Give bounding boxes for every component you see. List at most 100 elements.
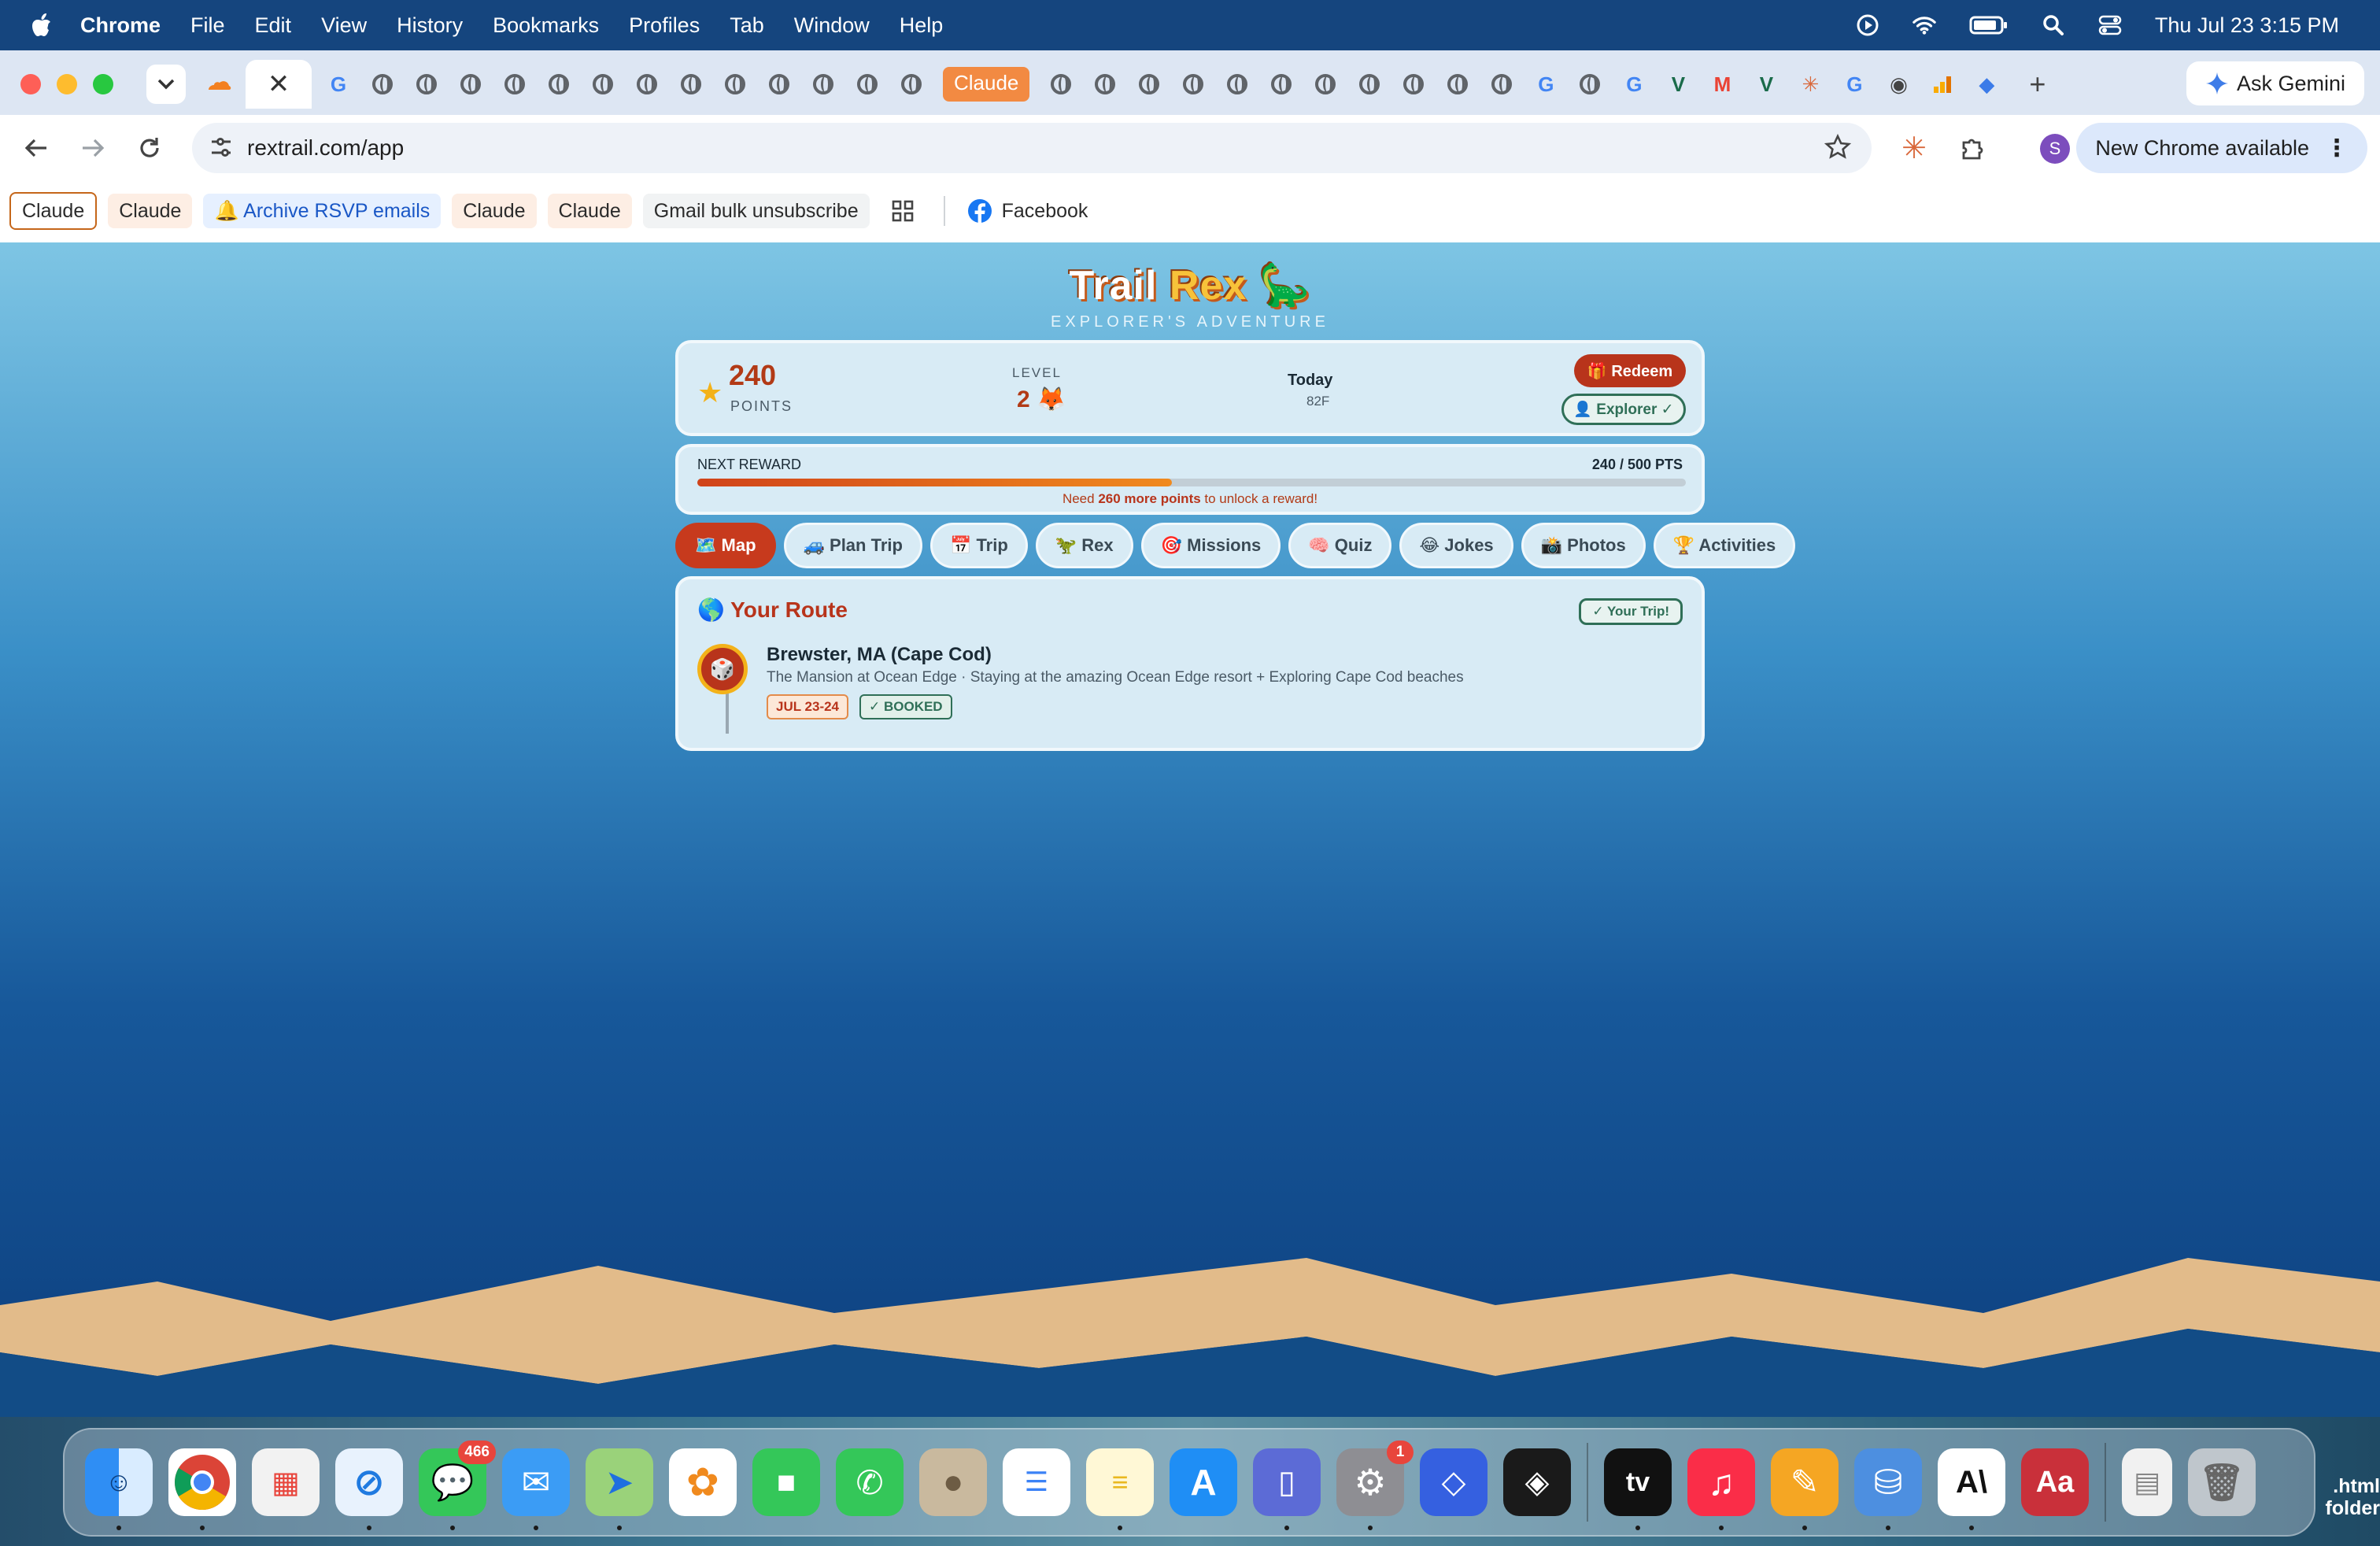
more-vertical-icon[interactable]: ⋮ xyxy=(2325,135,2349,162)
tab-globe[interactable] xyxy=(537,62,581,106)
spotlight-search-icon[interactable] xyxy=(2042,13,2065,37)
bookmark-archive-rsvp[interactable]: 🔔 Archive RSVP emails xyxy=(203,194,442,228)
apple-logo-icon[interactable] xyxy=(31,13,52,37)
tab-jokes[interactable]: 😂 Jokes xyxy=(1399,523,1513,568)
menu-profiles[interactable]: Profiles xyxy=(629,13,700,38)
reload-icon[interactable] xyxy=(132,131,167,165)
tab-globe[interactable] xyxy=(757,62,801,106)
launchpad-icon[interactable]: ▦ xyxy=(252,1448,320,1516)
photos-icon[interactable]: ✿ xyxy=(669,1448,737,1516)
font-book-icon[interactable]: A\ xyxy=(1938,1448,2005,1530)
tab-globe[interactable] xyxy=(360,62,405,106)
music-icon[interactable]: ♫ xyxy=(1687,1448,1755,1530)
route-stop-pin-icon[interactable]: 🎲 xyxy=(697,644,748,694)
tab-globe[interactable] xyxy=(1039,62,1083,106)
system-settings-icon[interactable]: ⚙ 1 xyxy=(1336,1441,1414,1530)
trash-icon[interactable]: 🗑 xyxy=(2188,1448,2256,1516)
bookmark-claude[interactable]: Claude xyxy=(9,192,98,230)
ask-gemini-button[interactable]: Ask Gemini xyxy=(2186,61,2364,105)
tab-globe[interactable] xyxy=(1303,62,1347,106)
tab-map[interactable]: 🗺️ Map xyxy=(675,523,776,568)
tab-globe[interactable] xyxy=(1171,62,1215,106)
chrome-icon[interactable] xyxy=(168,1448,236,1530)
tab-globe[interactable] xyxy=(581,62,625,106)
tab-cloudflare[interactable] xyxy=(197,62,241,106)
tab-diamond[interactable]: ◆ xyxy=(1964,62,2009,106)
back-arrow-icon[interactable] xyxy=(19,131,54,165)
redeem-button[interactable]: 🎁 Redeem xyxy=(1574,354,1686,387)
tab-globe[interactable] xyxy=(1215,62,1259,106)
tab-globe[interactable] xyxy=(1259,62,1303,106)
bookmark-claude[interactable]: Claude xyxy=(108,194,193,228)
mail-icon[interactable]: ✉ xyxy=(502,1448,570,1530)
route-stop-name[interactable]: Brewster, MA (Cape Cod) xyxy=(767,644,992,666)
tab-missions[interactable]: 🎯 Missions xyxy=(1140,523,1281,568)
tab-photos[interactable]: 📸 Photos xyxy=(1521,523,1646,568)
battery-icon[interactable] xyxy=(1969,13,2009,37)
tab-globe[interactable] xyxy=(669,62,713,106)
tab-trip[interactable]: 📅 Trip xyxy=(929,523,1028,568)
tab-google[interactable]: G xyxy=(1524,62,1568,106)
tab-active-close[interactable]: ✕ xyxy=(246,60,312,109)
apple-tv-icon[interactable]: tv xyxy=(1604,1448,1672,1530)
tab-rex[interactable]: 🦖 Rex xyxy=(1035,523,1133,568)
address-url[interactable]: rextrail.com/app xyxy=(247,135,404,161)
tab-analytics[interactable] xyxy=(1920,62,1964,106)
window-zoom-button[interactable] xyxy=(93,74,113,94)
tab-chrome[interactable]: ◉ xyxy=(1876,62,1920,106)
phone-icon[interactable]: ✆ xyxy=(836,1448,904,1516)
tab-globe[interactable] xyxy=(405,62,449,106)
menu-history[interactable]: History xyxy=(397,13,463,38)
new-chrome-available-button[interactable]: New Chrome available ⋮ xyxy=(2076,123,2367,173)
bookmark-gmail-unsubscribe[interactable]: Gmail bulk unsubscribe xyxy=(642,194,870,228)
your-trip-badge[interactable]: ✓ Your Trip! xyxy=(1579,598,1683,625)
tab-claude-asterisk[interactable]: ✳ xyxy=(1788,62,1832,106)
menu-help[interactable]: Help xyxy=(900,13,944,38)
facetime-icon[interactable]: ■ xyxy=(752,1448,820,1516)
dictionary-icon[interactable]: Aa xyxy=(2021,1448,2089,1516)
window-close-button[interactable] xyxy=(20,74,41,94)
desktop-folder-label[interactable]: .html folder xyxy=(2315,1475,2380,1519)
tab-globe[interactable] xyxy=(713,62,757,106)
tab-globe[interactable] xyxy=(625,62,669,106)
menu-edit[interactable]: Edit xyxy=(255,13,292,38)
tab-quiz[interactable]: 🧠 Quiz xyxy=(1288,523,1392,568)
docker-icon[interactable]: ⛁ xyxy=(1854,1448,1922,1530)
menu-app-name[interactable]: Chrome xyxy=(80,13,161,38)
menu-tab[interactable]: Tab xyxy=(730,13,764,38)
iphone-mirroring-icon[interactable]: ▯ xyxy=(1253,1448,1321,1530)
tab-globe[interactable] xyxy=(1480,62,1524,106)
tab-globe[interactable] xyxy=(845,62,889,106)
menu-view[interactable]: View xyxy=(321,13,367,38)
control-center-icon[interactable] xyxy=(2098,13,2122,37)
apps-grid-icon[interactable] xyxy=(881,194,925,228)
explorer-profile-button[interactable]: 👤 Explorer ✓ xyxy=(1561,394,1686,425)
pages-icon[interactable]: ✎ xyxy=(1771,1448,1839,1530)
wifi-icon[interactable] xyxy=(1913,13,1936,37)
play-circle-icon[interactable] xyxy=(1856,13,1879,37)
app-store-icon[interactable]: A xyxy=(1170,1448,1237,1516)
tab-globe[interactable] xyxy=(449,62,493,106)
tab-google[interactable]: G xyxy=(1612,62,1656,106)
tab-vercel[interactable]: V xyxy=(1744,62,1788,106)
tab-vercel[interactable]: V xyxy=(1656,62,1700,106)
tab-claude[interactable]: Claude xyxy=(943,67,1030,102)
new-tab-button[interactable]: + xyxy=(2029,68,2046,101)
tab-google[interactable]: G xyxy=(1832,62,1876,106)
tab-globe[interactable] xyxy=(1127,62,1171,106)
tab-globe[interactable] xyxy=(1347,62,1391,106)
menu-file[interactable]: File xyxy=(190,13,225,38)
bookmark-claude[interactable]: Claude xyxy=(547,194,632,228)
claude-extension-icon[interactable]: ✳ xyxy=(1895,129,1933,167)
tab-globe[interactable] xyxy=(889,62,933,106)
roblox-studio-icon[interactable]: ◇ xyxy=(1420,1448,1488,1516)
tab-globe[interactable] xyxy=(1436,62,1480,106)
bookmark-claude[interactable]: Claude xyxy=(452,194,537,228)
window-minimize-button[interactable] xyxy=(57,74,77,94)
forward-arrow-icon[interactable] xyxy=(76,131,110,165)
document-stack-icon[interactable]: ▤ xyxy=(2122,1448,2172,1516)
tab-globe[interactable] xyxy=(1391,62,1436,106)
bookmark-star-icon[interactable] xyxy=(1824,134,1851,161)
finder-icon[interactable]: ☺ xyxy=(85,1448,153,1530)
tab-gmail[interactable]: M xyxy=(1700,62,1744,106)
